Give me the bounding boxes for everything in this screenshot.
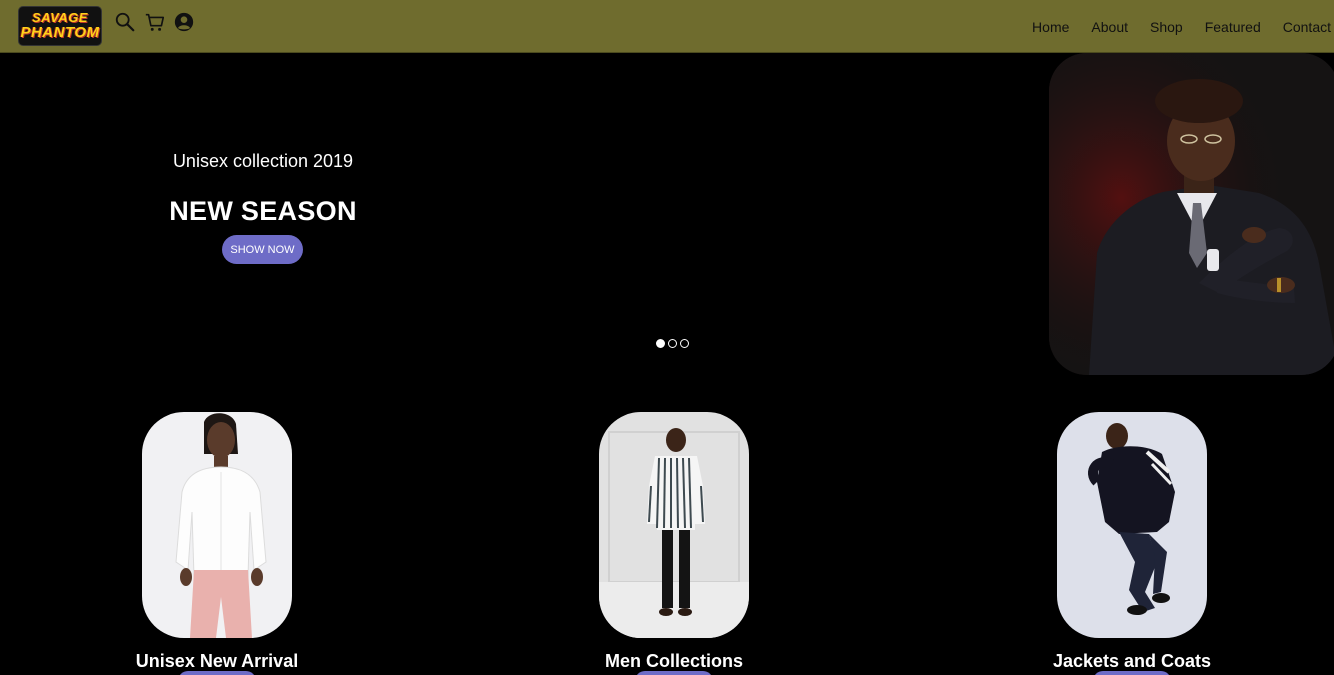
category-card-men[interactable]: Men Collections <box>599 412 749 675</box>
category-button-unisex[interactable] <box>178 671 256 675</box>
category-title-men: Men Collections <box>604 651 743 671</box>
category-title-unisex: Unisex New Arrival <box>135 651 299 671</box>
hero-model-photo <box>1049 53 1334 375</box>
search-icon[interactable] <box>114 11 136 33</box>
carousel-dot-2[interactable] <box>668 339 677 348</box>
carousel-indicators <box>656 339 689 348</box>
category-card-jackets[interactable]: Jackets and Coats <box>1053 412 1211 675</box>
nav-shop[interactable]: Shop <box>1150 19 1183 35</box>
logo-text-top: Savage <box>32 10 88 25</box>
logo-text-bottom: Phantom <box>20 24 100 41</box>
hero-carousel: Unisex collection 2019 NEW SEASON SHOW N… <box>0 53 1334 383</box>
category-image-men[interactable] <box>599 412 749 638</box>
category-title-jackets: Jackets and Coats <box>1052 651 1212 671</box>
category-image-unisex[interactable] <box>142 412 292 638</box>
carousel-dot-3[interactable] <box>680 339 689 348</box>
category-image-jackets[interactable] <box>1057 412 1207 638</box>
nav-home[interactable]: Home <box>1032 19 1069 35</box>
nav-featured[interactable]: Featured <box>1205 19 1261 35</box>
show-now-button[interactable]: SHOW NOW <box>222 235 303 264</box>
brand-logo[interactable]: Savage Phantom <box>18 6 102 46</box>
user-icon[interactable] <box>173 11 195 33</box>
category-button-men[interactable] <box>635 671 713 675</box>
hero-title: NEW SEASON <box>169 196 357 226</box>
nav-about[interactable]: About <box>1091 19 1128 35</box>
cart-icon[interactable] <box>144 11 166 33</box>
category-card-unisex[interactable]: Unisex New Arrival <box>136 412 298 675</box>
nav-contact[interactable]: Contact <box>1283 19 1331 35</box>
main-nav: Home About Shop Featured Contact <box>1032 0 1334 53</box>
top-navbar: Savage Phantom Home About Shop Featured … <box>0 0 1334 53</box>
category-button-jackets[interactable] <box>1093 671 1171 675</box>
carousel-dot-1[interactable] <box>656 339 665 348</box>
hero-subtitle: Unisex collection 2019 <box>172 151 354 171</box>
